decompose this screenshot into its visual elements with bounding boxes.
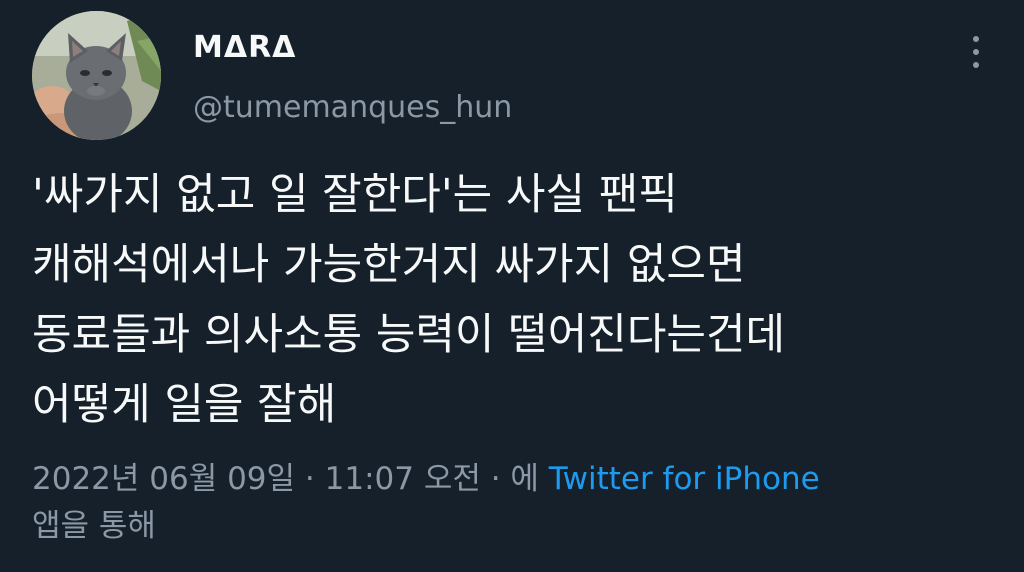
tweet-time[interactable]: 11:07 오전 — [325, 461, 481, 497]
meta-separator: · — [295, 461, 325, 497]
source-app-link[interactable]: Twitter for iPhone — [549, 461, 820, 497]
display-name[interactable]: MΔRΔ — [193, 30, 296, 65]
avatar[interactable] — [32, 11, 161, 140]
more-vertical-icon — [973, 36, 979, 68]
user-handle[interactable]: @tumemanques_hun — [193, 90, 512, 125]
via-prefix: 에 — [510, 461, 549, 497]
tweet-text-line: 캐해석에서나 가능한거지 싸가지 없으면 — [32, 240, 746, 290]
tweet-card: MΔRΔ @tumemanques_hun '싸가지 없고 일 잘한다'는 사실… — [0, 0, 1024, 572]
kitten-avatar-image — [32, 11, 161, 140]
tweet-date[interactable]: 2022년 06월 09일 — [32, 461, 295, 497]
more-options-button[interactable] — [958, 32, 994, 72]
meta-separator: · — [480, 461, 511, 497]
tweet-text-line: '싸가지 없고 일 잘한다'는 사실 팬픽 — [32, 170, 678, 220]
tweet-text-line: 어떻게 일을 잘해 — [32, 380, 337, 430]
tweet-text-line: 동료들과 의사소통 능력이 떨어진다는건데 — [32, 310, 786, 360]
tweet-text: '싸가지 없고 일 잘한다'는 사실 팬픽 캐해석에서나 가능한거지 싸가지 없… — [32, 160, 992, 440]
via-suffix: 앱을 통해 — [32, 508, 156, 544]
tweet-metadata: 2022년 06월 09일 · 11:07 오전 · 에 Twitter for… — [32, 456, 992, 550]
